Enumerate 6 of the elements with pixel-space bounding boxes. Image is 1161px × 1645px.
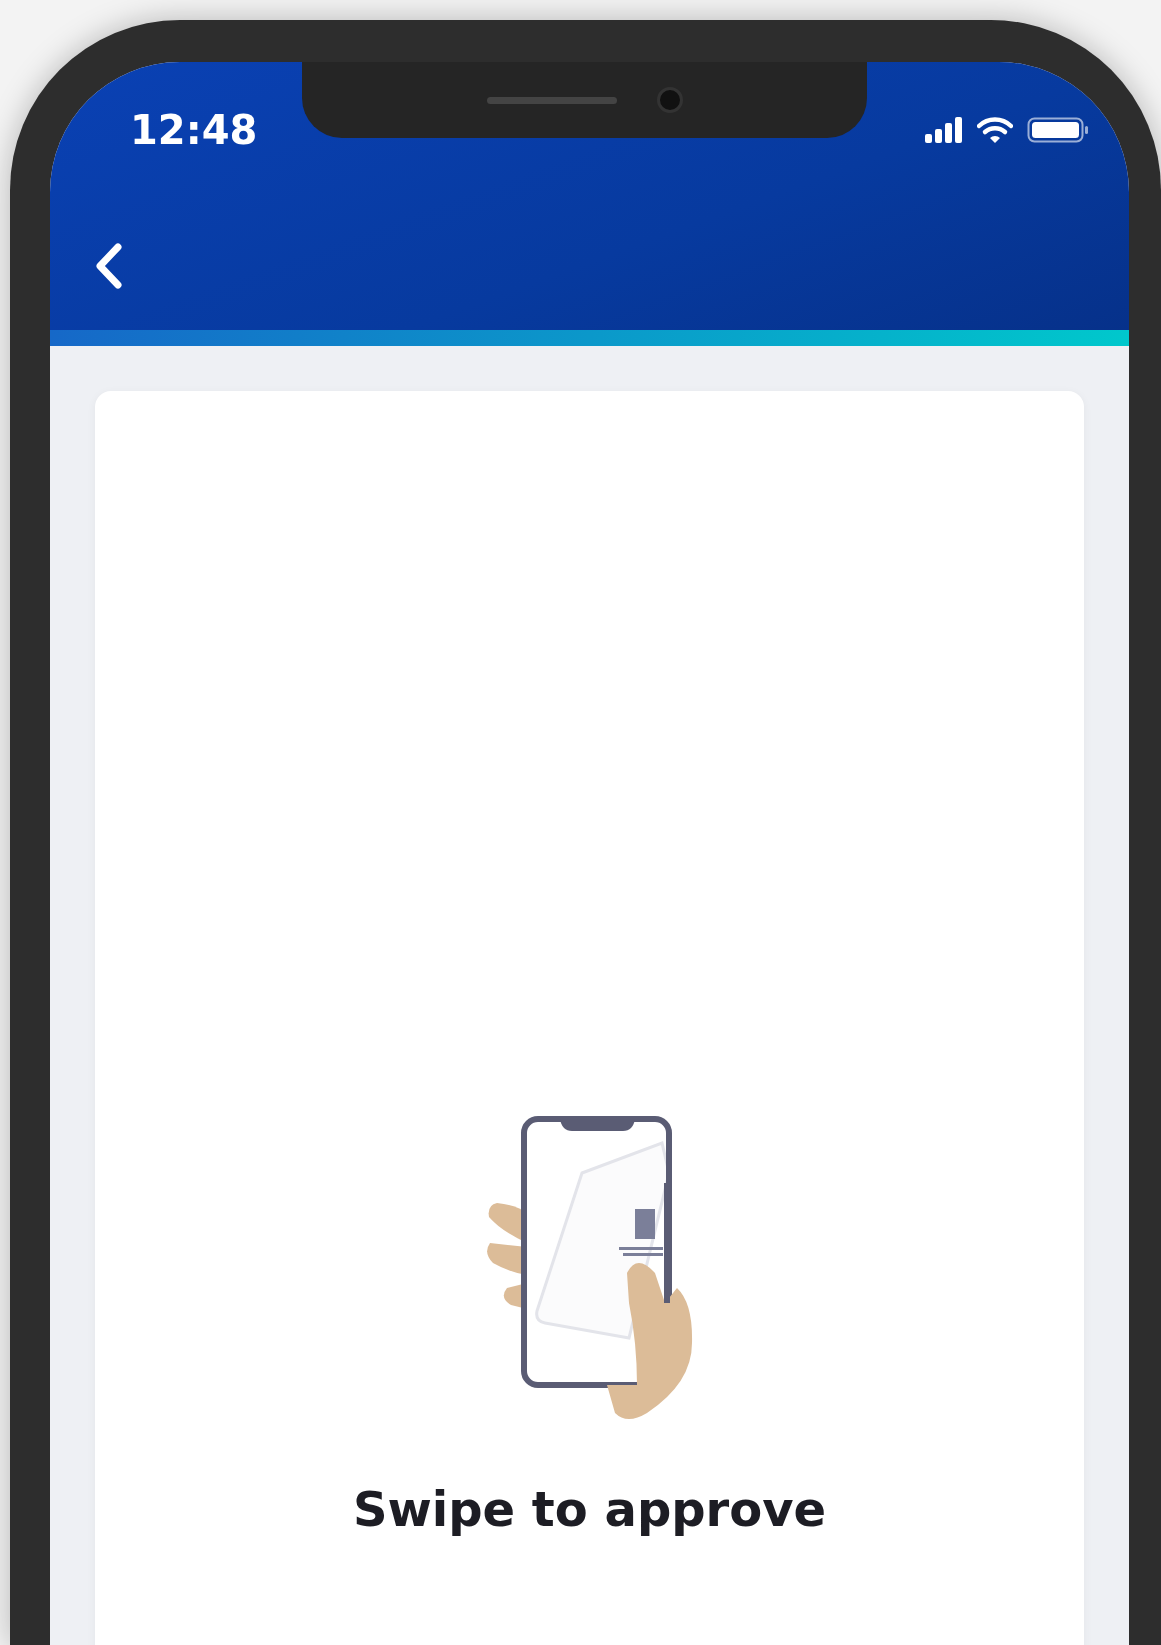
status-time: 12:48 (130, 107, 258, 153)
card-title: Swipe to approve (352, 1481, 827, 1537)
battery-icon (1027, 117, 1089, 143)
signal-icon (925, 117, 963, 143)
wifi-icon (977, 116, 1013, 144)
back-chevron-icon (94, 242, 124, 289)
